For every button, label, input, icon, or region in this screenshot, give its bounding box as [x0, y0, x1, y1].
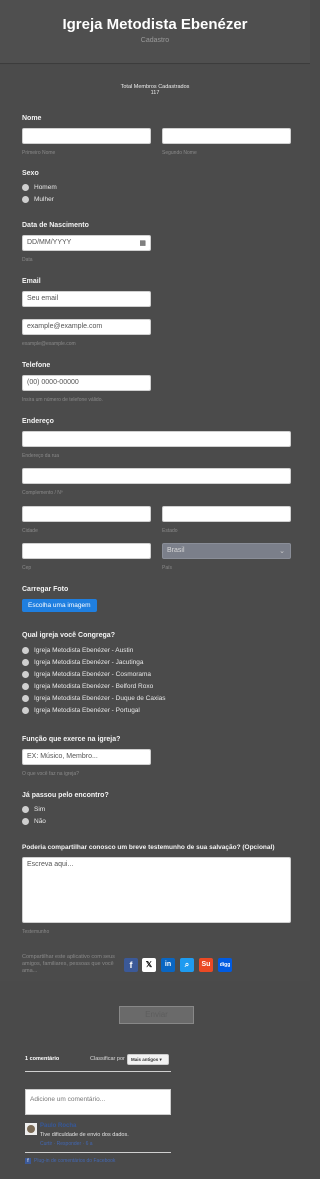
radio-church-cosmorama[interactable]: [22, 671, 29, 678]
comment-author[interactable]: Paulo Rocha: [40, 1123, 76, 1129]
testimony-hint: Testemunho: [22, 929, 50, 935]
email-label: Email: [22, 278, 41, 285]
phone-hint: Insira um número de telefone válido.: [22, 397, 103, 403]
testimony-textarea[interactable]: Escreva aqui...: [22, 857, 291, 923]
page-header: Igreja Metodista Ebenézer Cadastro: [0, 0, 310, 64]
church-label: Qual igreja você Congrega?: [22, 632, 115, 639]
radio-church-duque-de-caxias-label: Igreja Metodista Ebenézer - Duque de Cax…: [34, 695, 166, 702]
first-name-input[interactable]: [22, 128, 151, 144]
last-name-hint: Segundo Nome: [162, 150, 197, 156]
facebook-comments: 1 comentário Classificar por Mais antigo…: [0, 1040, 310, 1179]
page-subtitle: Cadastro: [140, 37, 170, 44]
radio-homem-label: Homem: [34, 184, 57, 191]
role-hint: O que você faz na igreja?: [22, 771, 79, 777]
address-label: Endereço: [22, 418, 54, 425]
facebook-icon[interactable]: f: [124, 958, 138, 972]
page-title: Igreja Metodista Ebenézer: [62, 16, 248, 33]
radio-church-austin[interactable]: [22, 647, 29, 654]
radio-church-austin-label: Igreja Metodista Ebenézer - Austin: [34, 647, 134, 654]
radio-mulher-label: Mulher: [34, 196, 54, 203]
calendar-icon[interactable]: ▦: [139, 239, 146, 247]
radio-church-belford-roxo-label: Igreja Metodista Ebenézer - Belford Roxo: [34, 683, 154, 690]
submit-button[interactable]: Enviar: [119, 1006, 194, 1024]
radio-church-cosmorama-label: Igreja Metodista Ebenézer - Cosmorama: [34, 671, 152, 678]
facebook-icon: f: [25, 1158, 31, 1164]
radio-nao-label: Não: [34, 818, 46, 825]
phone-input[interactable]: (00) 0000-00000: [22, 375, 151, 391]
radio-church-jacutinga-label: Igreja Metodista Ebenézer - Jacutinga: [34, 659, 144, 666]
birthdate-label: Data de Nascimento: [22, 222, 89, 229]
radio-mulher[interactable]: [22, 196, 29, 203]
radio-church-portugal[interactable]: [22, 707, 29, 714]
street-hint: Endereço da rua: [22, 453, 59, 459]
radio-sim[interactable]: [22, 806, 29, 813]
nome-label: Nome: [22, 115, 42, 122]
form-container: Total Membros Cadastrados 117 Nome Prime…: [0, 65, 310, 981]
testimony-label: Poderia compartilhar conosco um breve te…: [22, 844, 275, 851]
comment-actions[interactable]: Curtir · Responder · 6 a: [40, 1141, 93, 1147]
encounter-label: Já passou pelo encontro?: [22, 792, 109, 799]
radio-church-belford-roxo[interactable]: [22, 683, 29, 690]
comment-count: 1 comentário: [25, 1056, 60, 1062]
members-counter-value: 117: [150, 90, 160, 96]
chevron-down-icon: ⌄: [279, 548, 285, 555]
street-input[interactable]: [22, 431, 291, 447]
state-input[interactable]: [162, 506, 291, 522]
phone-label: Telefone: [22, 362, 51, 369]
email-confirm-input[interactable]: example@example.com: [22, 319, 151, 335]
first-name-hint: Primeiro Nome: [22, 150, 56, 156]
x-twitter-icon[interactable]: 𝕏: [142, 958, 156, 972]
radio-homem[interactable]: [22, 184, 29, 191]
complement-input[interactable]: [22, 468, 291, 484]
sort-value: Mais antigos: [131, 1057, 159, 1062]
comment-input[interactable]: Adicione um comentário...: [25, 1089, 171, 1115]
state-hint: Estado: [162, 528, 178, 534]
country-value: Brasil: [167, 547, 185, 554]
divider: [25, 1152, 171, 1153]
country-select[interactable]: Brasil ⌄: [162, 543, 291, 559]
comment-text: Tive dificuldade de envio dos dados.: [40, 1132, 129, 1138]
zip-input[interactable]: [22, 543, 151, 559]
role-input[interactable]: EX: Músico, Membro...: [22, 749, 151, 765]
sort-label: Classificar por: [90, 1056, 125, 1062]
city-hint: Cidade: [22, 528, 38, 534]
last-name-input[interactable]: [162, 128, 291, 144]
radio-church-portugal-label: Igreja Metodista Ebenézer - Portugal: [34, 707, 140, 714]
fb-plugin-link[interactable]: Plug-in de comentários do Facebook: [34, 1158, 115, 1164]
zip-hint: Cep: [22, 565, 32, 571]
photo-label: Carregar Foto: [22, 586, 69, 593]
radio-church-duque-de-caxias[interactable]: [22, 695, 29, 702]
sexo-label: Sexo: [22, 170, 39, 177]
reddit-icon[interactable]: ⌕: [180, 958, 194, 972]
divider: [25, 1071, 171, 1072]
birthdate-input[interactable]: DD/MM/YYYY ▦: [22, 235, 151, 251]
birthdate-placeholder: DD/MM/YYYY: [27, 239, 72, 246]
country-hint: País: [162, 565, 173, 571]
digg-icon[interactable]: digg: [218, 958, 232, 972]
email-hint: example@example.com: [22, 341, 76, 347]
chevron-down-icon: ▾: [159, 1057, 162, 1062]
sort-select[interactable]: Mais antigos ▾: [127, 1054, 169, 1065]
radio-sim-label: Sim: [34, 806, 46, 813]
city-input[interactable]: [22, 506, 151, 522]
email-input[interactable]: Seu email: [22, 291, 151, 307]
linkedin-icon[interactable]: in: [161, 958, 175, 972]
avatar: [25, 1123, 37, 1135]
choose-image-button[interactable]: Escolha uma imagem: [22, 599, 97, 612]
role-label: Função que exerce na igreja?: [22, 736, 121, 743]
birthdate-hint: Data: [22, 257, 33, 263]
complement-hint: Complemento / Nº: [22, 490, 63, 496]
stumbleupon-icon[interactable]: Su: [199, 958, 213, 972]
radio-nao[interactable]: [22, 818, 29, 825]
radio-church-jacutinga[interactable]: [22, 659, 29, 666]
share-text: Compartilhar este aplicativo com seus am…: [22, 954, 115, 974]
